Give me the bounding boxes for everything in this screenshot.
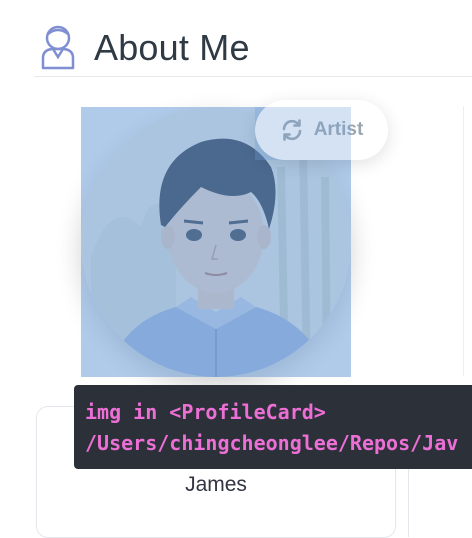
- tooltip-file-path[interactable]: /Users/chingcheonglee/Repos/Jav: [85, 429, 458, 457]
- divider: [463, 106, 464, 376]
- inspector-highlight-pill: [255, 107, 351, 160]
- page-title: About Me: [94, 27, 250, 68]
- inspector-tooltip: img in <ProfileCard> /Users/chingcheongl…: [74, 385, 472, 469]
- profile-name: James: [185, 473, 247, 496]
- user-icon: [41, 25, 75, 70]
- section-header: About Me: [34, 22, 472, 77]
- tooltip-element-label: img in <ProfileCard>: [85, 400, 326, 424]
